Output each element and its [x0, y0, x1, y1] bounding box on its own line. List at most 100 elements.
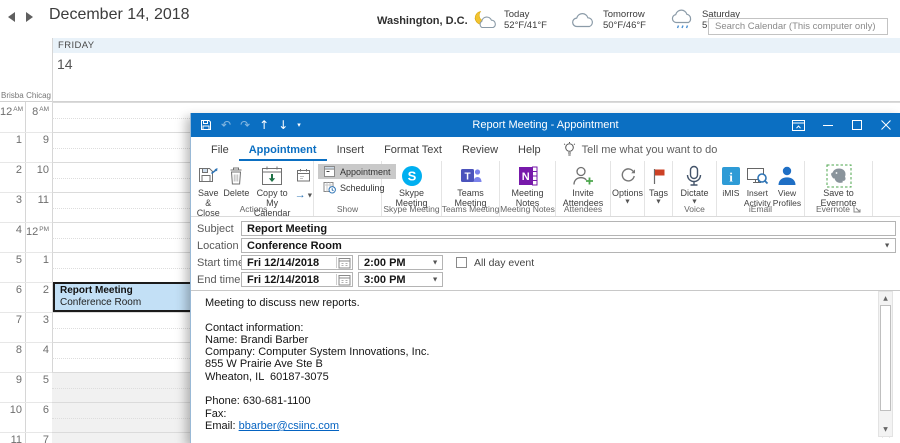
skype-meeting-button[interactable]: SSkypeMeeting	[394, 163, 428, 208]
options-button[interactable]: Options▼	[611, 163, 644, 205]
move-up-icon[interactable]: ↑	[259, 119, 269, 131]
appointment-window: ↶↷↑↓▾ Report Meeting - Appointment FileA…	[190, 113, 900, 443]
view-profiles-button[interactable]: ViewProfiles	[772, 163, 802, 208]
cloud-icon	[570, 9, 597, 31]
tags-button[interactable]: Tags▼	[648, 163, 670, 205]
minimize-button[interactable]	[813, 113, 842, 137]
dialog-launcher-icon[interactable]	[853, 205, 861, 213]
search-input[interactable]	[708, 18, 888, 35]
timezone-column-divider	[25, 102, 26, 443]
body-scrollbar[interactable]: ▲ ▼	[878, 291, 893, 437]
scrollbar-thumb[interactable]	[880, 305, 891, 411]
tab-help[interactable]: Help	[508, 140, 551, 161]
close-button[interactable]	[871, 113, 900, 137]
hour-label: 10	[25, 164, 49, 176]
day-of-week-header[interactable]: FRIDAY	[52, 38, 900, 53]
ribbon-group: AppointmentSchedulingShow	[314, 161, 382, 216]
ribbon-group-label: Voice	[673, 204, 716, 214]
move-down-icon[interactable]: ↓	[278, 119, 288, 131]
save-icon[interactable]	[200, 119, 212, 131]
subject-field[interactable]: Report Meeting	[241, 221, 896, 236]
weather-day[interactable]: Tomorrow50°F/46°F	[570, 7, 646, 33]
forward-arrow-icon: →▼	[295, 190, 312, 200]
imis-button[interactable]: iiMIS	[719, 163, 743, 198]
weather-location-selector[interactable]: Washington, D.C. ▼	[377, 15, 479, 27]
weather-day-temps: 52°F/41°F	[504, 20, 547, 31]
start-time-dropdown-icon[interactable]: ▼	[433, 260, 437, 266]
ribbon-group-label: Evernote	[805, 204, 872, 214]
end-date-field[interactable]: Fri 12/14/2018	[241, 272, 353, 287]
timezone-label-chicago: Chicag	[26, 91, 51, 101]
tab-file[interactable]: File	[201, 140, 239, 161]
window-titlebar[interactable]: ↶↷↑↓▾ Report Meeting - Appointment	[191, 113, 900, 137]
hour-label: 10	[0, 404, 22, 416]
redo-icon[interactable]: ↷	[240, 119, 250, 131]
qat-customize-icon[interactable]: ▾	[297, 119, 301, 131]
weather-location-label: Washington, D.C.	[377, 15, 468, 27]
hour-label: 4	[0, 224, 22, 236]
end-date-picker-icon[interactable]	[336, 274, 351, 285]
button-label: Save to	[823, 188, 854, 198]
dropdown-caret-icon: ▼	[656, 199, 660, 205]
tab-review[interactable]: Review	[452, 140, 508, 161]
delete-button[interactable]: Delete	[222, 163, 250, 198]
start-date-picker-icon[interactable]	[336, 257, 351, 268]
gutter-hour-line	[0, 132, 52, 133]
location-field[interactable]: Conference Room	[241, 238, 896, 253]
outlook-calendar-screen: December 14, 2018 Washington, D.C. ▼ Tod…	[0, 0, 900, 443]
subject-label: Subject	[197, 223, 234, 235]
window-controls	[784, 113, 900, 137]
next-day-button[interactable]	[26, 12, 33, 22]
insert-activity-button[interactable]: InsertActivity	[743, 163, 772, 208]
scheduling-view-button[interactable]: Scheduling	[318, 180, 390, 195]
weather-day-label: Today	[504, 9, 547, 20]
end-time-value: 3:00 PM	[364, 274, 406, 286]
ribbon: Save &CloseDeleteCopy to MyCalendar→▼Act…	[191, 161, 900, 217]
teams-meeting-button[interactable]: TTeamsMeeting	[453, 163, 487, 208]
hour-label: 8AM	[25, 104, 49, 118]
tab-appointment[interactable]: Appointment	[239, 140, 327, 161]
hour-label: 3	[0, 194, 22, 206]
gutter-hour-line	[0, 192, 52, 193]
start-time-value: 2:00 PM	[364, 257, 406, 269]
undo-icon[interactable]: ↶	[221, 119, 231, 131]
email-link[interactable]: bbarber@csiinc.com	[239, 420, 339, 432]
options-icon	[618, 163, 638, 188]
calendar-search	[708, 16, 888, 33]
dropdown-caret-icon: ▼	[625, 199, 629, 205]
copy-calendar-icon	[260, 163, 284, 188]
location-dropdown-icon[interactable]: ▼	[885, 243, 889, 249]
maximize-button[interactable]	[842, 113, 871, 137]
tell-me-box[interactable]: Tell me what you want to do	[563, 142, 718, 161]
forward-button[interactable]: →▼	[294, 163, 313, 200]
all-day-checkbox[interactable]	[456, 257, 467, 268]
start-time-field[interactable]: 2:00 PM	[358, 255, 443, 270]
skype-icon: S	[400, 163, 424, 188]
svg-text:N: N	[521, 171, 529, 183]
meeting-notes-button[interactable]: NMeetingNotes	[510, 163, 544, 208]
previous-day-button[interactable]	[8, 12, 15, 22]
invite-attendees-button[interactable]: InviteAttendees	[562, 163, 605, 208]
hour-label: 6	[25, 404, 49, 416]
date-navigation	[8, 12, 33, 22]
tab-insert[interactable]: Insert	[327, 140, 375, 161]
dictate-button[interactable]: Dictate▼	[679, 163, 709, 205]
scroll-down-icon[interactable]: ▼	[879, 423, 892, 436]
end-time-field[interactable]: 3:00 PM	[358, 272, 443, 287]
all-day-label: All day event	[474, 257, 534, 269]
scroll-up-icon[interactable]: ▲	[879, 292, 892, 305]
weather-day[interactable]: Today52°F/41°F	[471, 7, 547, 33]
tags-icon	[649, 163, 669, 188]
tab-format-text[interactable]: Format Text	[374, 140, 452, 161]
ribbon-tab-strip: FileAppointmentInsertFormat TextReviewHe…	[201, 140, 551, 161]
ribbon-group: TTeamsMeetingTeams Meeting	[442, 161, 500, 216]
ribbon-display-options-icon[interactable]	[784, 113, 813, 137]
ribbon-group: Save toEvernoteEvernote	[805, 161, 873, 216]
save-to-evernote-button[interactable]: Save toEvernote	[819, 163, 857, 208]
appointment-body-editor[interactable]: Meeting to discuss new reports. Contact …	[191, 290, 900, 443]
button-label: Delete	[223, 188, 249, 198]
end-time-dropdown-icon[interactable]: ▼	[433, 277, 437, 283]
ribbon-group-label: Actions	[194, 204, 313, 214]
hour-label: 1	[25, 254, 49, 266]
start-date-field[interactable]: Fri 12/14/2018	[241, 255, 353, 270]
